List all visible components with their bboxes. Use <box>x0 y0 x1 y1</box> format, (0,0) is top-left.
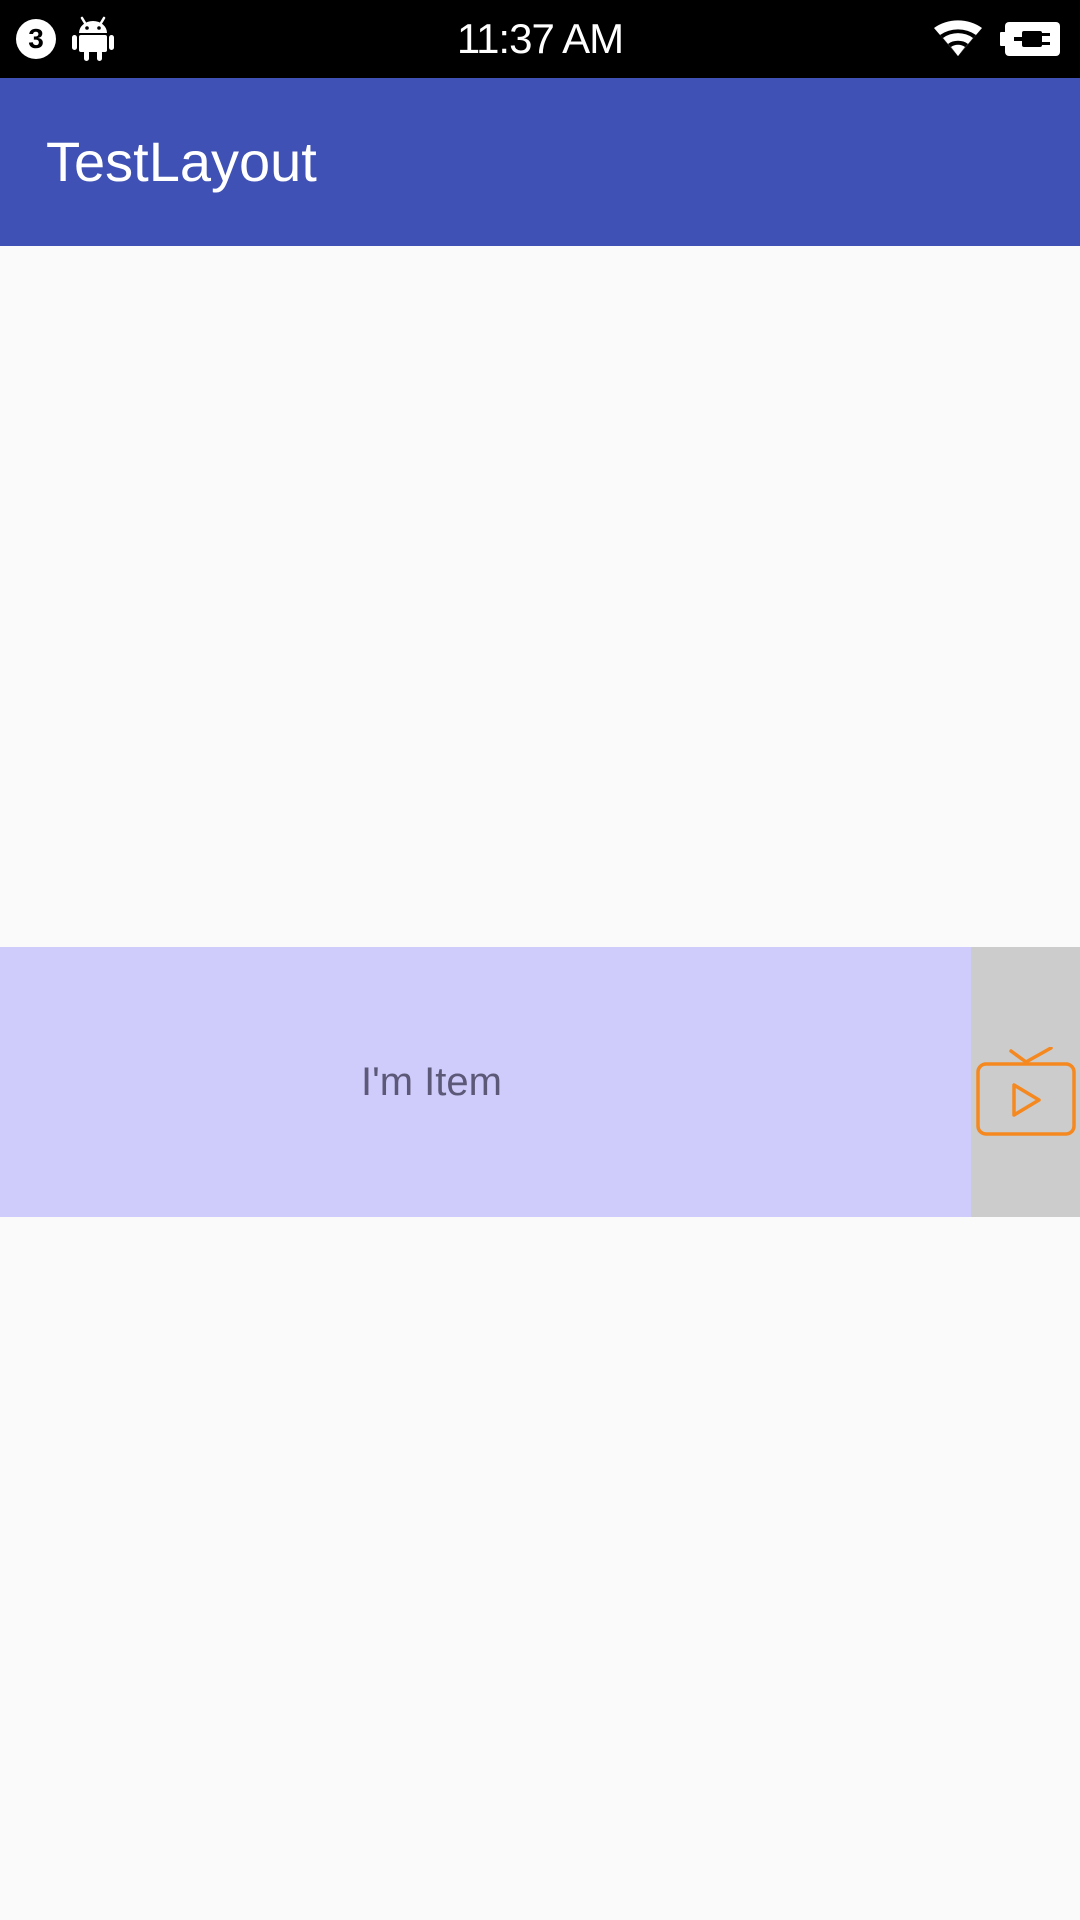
swipe-action-panel[interactable] <box>971 947 1080 1217</box>
wifi-icon <box>934 20 982 56</box>
notification-count-badge: 3 <box>16 19 56 59</box>
app-title: TestLayout <box>46 130 317 193</box>
tv-play-icon[interactable] <box>975 1047 1077 1139</box>
battery-charging-icon <box>1000 22 1060 56</box>
swipe-list-row[interactable]: I'm Item <box>0 947 1080 1217</box>
list-item-label: I'm Item <box>361 1059 502 1104</box>
android-icon <box>72 16 114 61</box>
app-bar: TestLayout <box>0 78 1080 246</box>
status-bar: 3 11:37 AM <box>0 0 1080 78</box>
list-item[interactable]: I'm Item <box>0 947 971 1217</box>
content-area: I'm Item <box>0 246 1080 1920</box>
status-clock: 11:37 AM <box>456 15 624 62</box>
